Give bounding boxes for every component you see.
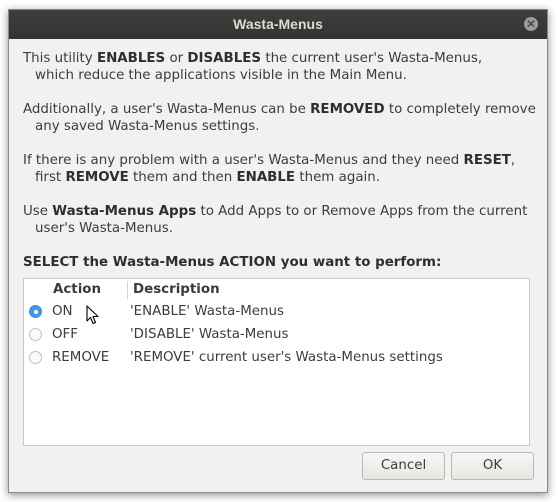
- mouse-cursor-icon: [86, 305, 99, 325]
- cancel-button[interactable]: Cancel: [362, 452, 445, 480]
- dialog-content: This utility ENABLES or DISABLES the cur…: [9, 39, 547, 492]
- action-row-off[interactable]: OFF 'DISABLE' Wasta-Menus: [24, 324, 529, 347]
- window-title: Wasta-Menus: [233, 16, 323, 32]
- action-list[interactable]: Action Description ON 'ENABLE' Wasta-Men…: [23, 278, 530, 446]
- action-row-remove[interactable]: REMOVE 'REMOVE' current user's Wasta-Men…: [24, 347, 529, 370]
- action-description: 'DISABLE' Wasta-Menus: [130, 327, 289, 342]
- title-bar[interactable]: Wasta-Menus ✕: [9, 10, 547, 39]
- column-header-description[interactable]: Description: [127, 281, 523, 299]
- action-prompt: SELECT the Wasta-Menus ACTION you want t…: [23, 255, 442, 270]
- radio-icon[interactable]: [29, 328, 42, 341]
- action-label: ON: [52, 304, 73, 319]
- close-icon[interactable]: ✕: [524, 17, 538, 31]
- action-description: 'REMOVE' current user's Wasta-Menus sett…: [130, 350, 443, 365]
- ok-button[interactable]: OK: [451, 452, 534, 480]
- column-header-action[interactable]: Action: [53, 281, 125, 299]
- action-description: 'ENABLE' Wasta-Menus: [130, 304, 284, 319]
- intro-paragraph-3: If there is any problem with a user's Wa…: [23, 153, 516, 185]
- intro-paragraph-1: This utility ENABLES or DISABLES the cur…: [23, 51, 483, 83]
- intro-paragraph-2: Additionally, a user's Wasta-Menus can b…: [23, 102, 536, 134]
- action-label: REMOVE: [52, 350, 110, 365]
- intro-paragraph-4: Use Wasta-Menus Apps to Add Apps to or R…: [23, 204, 528, 236]
- radio-icon[interactable]: [29, 351, 42, 364]
- radio-icon[interactable]: [29, 305, 42, 318]
- action-label: OFF: [52, 327, 78, 342]
- dialog-window: Wasta-Menus ✕ This utility ENABLES or DI…: [8, 9, 548, 493]
